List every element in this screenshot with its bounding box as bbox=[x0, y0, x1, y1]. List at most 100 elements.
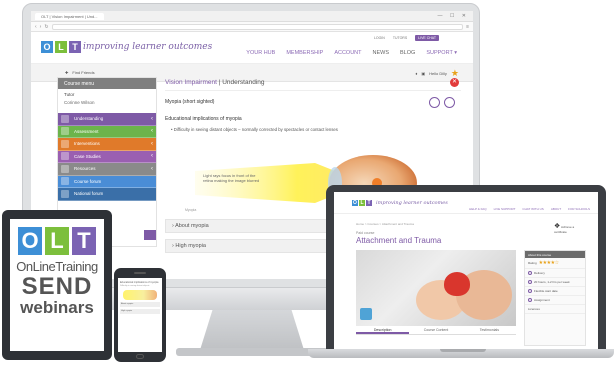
bell-icon[interactable]: ♦ bbox=[415, 71, 417, 76]
menu-item-interventions[interactable]: Interventions ‹ bbox=[58, 138, 156, 151]
chevron-left-icon: ‹ bbox=[151, 140, 153, 147]
section-title: Educational implications of myopia bbox=[165, 116, 242, 122]
phone-eye-diagram bbox=[123, 290, 157, 300]
site-tagline: improving learner outcomes bbox=[376, 200, 448, 206]
logo-letter-t: T bbox=[72, 227, 96, 255]
info-box-heading: About this course bbox=[525, 251, 585, 258]
logo-letter-o: O bbox=[18, 227, 42, 255]
nav-blog[interactable]: BLOG bbox=[400, 50, 415, 56]
nav-help[interactable]: HELP & FAQ bbox=[469, 207, 486, 211]
nav-membership[interactable]: MEMBERSHIP bbox=[286, 50, 323, 56]
menu-item-course-forum[interactable]: Course forum bbox=[58, 175, 156, 188]
avatar[interactable]: ▣ bbox=[421, 71, 425, 76]
chevron-left-icon: ‹ bbox=[151, 165, 153, 172]
live-chat-button[interactable]: LIVE CHAT bbox=[415, 35, 439, 41]
phone-home-button[interactable] bbox=[136, 354, 144, 359]
menu-item-label: Case Studies bbox=[74, 153, 101, 159]
phone-lesson-title: Educational implications of myopia bbox=[120, 281, 159, 284]
course-menu-title: Course menu bbox=[58, 78, 156, 89]
logo-letter-l: L bbox=[45, 227, 69, 255]
user-name[interactable]: Hello Dilly bbox=[429, 71, 447, 76]
site-header: O L T improving learner outcomes LOGIN T… bbox=[31, 32, 473, 64]
tutor-name[interactable]: Corinne Wilson bbox=[64, 100, 150, 105]
tablet-device: O L T OnLineTraining SEND webinars bbox=[2, 210, 112, 360]
user-add-icon[interactable]: ✚ bbox=[65, 70, 68, 75]
nav-support[interactable]: SUPPORT ▾ bbox=[426, 50, 457, 56]
course-hero-image bbox=[356, 250, 516, 326]
tab-description[interactable]: Description bbox=[356, 326, 410, 334]
menu-item-understanding[interactable]: Understanding ‹ bbox=[58, 113, 156, 126]
menu-item-case-studies[interactable]: Case Studies ‹ bbox=[58, 150, 156, 163]
laptop-nav: HELP & FAQ LIVE SUPPORT CHAT WITH US ABO… bbox=[469, 207, 590, 211]
course-title: Attachment and Trauma bbox=[356, 236, 442, 245]
people-icon bbox=[61, 189, 69, 198]
menu-item-resources[interactable]: Resources ‹ bbox=[58, 163, 156, 176]
nav-chat[interactable]: CHAT WITH US bbox=[522, 207, 543, 211]
forward-icon[interactable]: › bbox=[40, 24, 42, 30]
share-icon[interactable] bbox=[360, 308, 372, 320]
menu-icon[interactable]: ≡ bbox=[466, 24, 469, 30]
phone-speaker bbox=[134, 272, 146, 274]
menu-item-label: Understanding bbox=[74, 116, 104, 122]
eye-diagram-label: Light rays focus in front of the retina … bbox=[203, 173, 260, 183]
site-tagline: improving learner outcomes bbox=[83, 42, 213, 52]
info-row: Flexible start date bbox=[525, 287, 585, 296]
logo-letter-l: L bbox=[359, 200, 365, 206]
document-icon bbox=[528, 298, 532, 302]
chevron-left-icon: ‹ bbox=[151, 115, 153, 122]
close-icon[interactable]: ✕ bbox=[450, 78, 459, 87]
nav-account[interactable]: ACCOUNT bbox=[334, 50, 361, 56]
olt-logo[interactable]: O L T bbox=[352, 200, 372, 206]
bullet-text: Difficulty in seeing distant objects – n… bbox=[173, 127, 338, 132]
address-bar[interactable] bbox=[51, 23, 464, 30]
accordion-label: About myopia bbox=[175, 223, 209, 229]
nav-live-support[interactable]: LIVE SUPPORT bbox=[494, 207, 516, 211]
monitor-base bbox=[176, 348, 328, 356]
menu-item-label: Resources bbox=[74, 166, 96, 172]
logo-letter-o: O bbox=[352, 200, 358, 206]
tutor-block: Tutor Corinne Wilson bbox=[58, 89, 156, 113]
browser-tab[interactable]: OLT | Vision Impairment | Und... bbox=[35, 12, 104, 20]
lesson-title: Vision Impairment | Understanding bbox=[165, 77, 461, 91]
monitor-stand bbox=[200, 310, 304, 350]
tab-testimonials[interactable]: Testimonials bbox=[463, 326, 516, 334]
nav-news[interactable]: NEWS bbox=[373, 50, 390, 56]
tutor-label: Tutor bbox=[64, 92, 75, 97]
download-icon bbox=[61, 164, 69, 173]
nav-your-hub[interactable]: YOUR HUB bbox=[246, 50, 275, 56]
address-row: ‹ › ↻ ≡ bbox=[31, 22, 473, 32]
laptop-screen: O L T improving learner outcomes HELP & … bbox=[334, 192, 598, 349]
tutors-link[interactable]: TUTORS bbox=[393, 36, 407, 40]
breadcrumb[interactable]: Home > Courses > Attachment and Trauma bbox=[356, 222, 414, 226]
tab-course-content[interactable]: Course Content bbox=[409, 326, 462, 334]
webinars-text: webinars bbox=[20, 298, 94, 317]
phone-accordion[interactable]: High myopia bbox=[120, 309, 160, 314]
olt-logo[interactable]: O L T bbox=[41, 41, 81, 53]
course-type-label: Paid course bbox=[356, 231, 375, 235]
send-text: SEND bbox=[21, 273, 93, 300]
nav-for-schools[interactable]: FOR SCHOOLS bbox=[568, 207, 590, 211]
find-friends-link[interactable]: Find Friends bbox=[72, 70, 94, 75]
menu-item-label: Course forum bbox=[74, 178, 102, 184]
menu-item-assessment[interactable]: Assessment ‹ bbox=[58, 125, 156, 138]
olt-logo: O L T bbox=[10, 227, 104, 255]
licences-label: Licences bbox=[528, 307, 540, 311]
login-link[interactable]: LOGIN bbox=[374, 36, 385, 40]
info-row: Delivery bbox=[525, 269, 585, 278]
back-icon[interactable]: ‹ bbox=[35, 24, 37, 30]
print-icon[interactable] bbox=[444, 97, 455, 108]
reload-icon[interactable]: ↻ bbox=[44, 24, 48, 30]
window-controls[interactable]: — ☐ ✕ bbox=[438, 13, 469, 19]
nav-about[interactable]: ABOUT bbox=[551, 207, 561, 211]
rating-row: Rating ★★★★☆ bbox=[525, 258, 585, 269]
forum-icon bbox=[61, 177, 69, 186]
main-nav: YOUR HUB MEMBERSHIP ACCOUNT NEWS BLOG SU… bbox=[246, 50, 457, 56]
sidebar-search-button[interactable] bbox=[144, 230, 156, 240]
heart-image bbox=[444, 272, 470, 296]
edit-icon[interactable] bbox=[429, 97, 440, 108]
phone-accordion[interactable]: About myopia bbox=[120, 302, 160, 307]
search-icon bbox=[61, 152, 69, 161]
menu-item-national-forum[interactable]: National forum bbox=[58, 188, 156, 201]
calendar-icon bbox=[528, 289, 532, 293]
menu-item-label: Interventions bbox=[74, 141, 100, 147]
